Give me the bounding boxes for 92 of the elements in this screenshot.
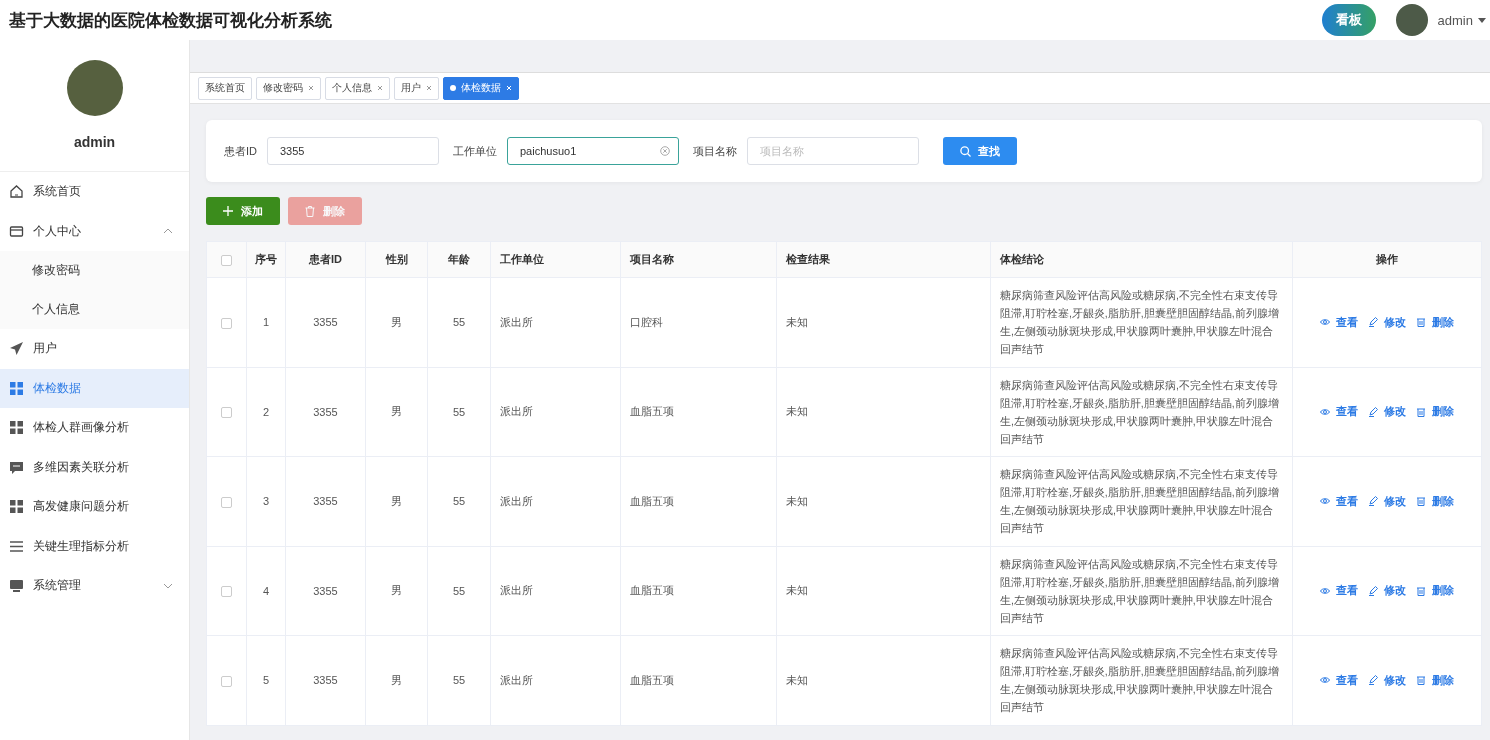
- tab[interactable]: 体检数据: [443, 76, 519, 100]
- table-cell: 55: [452, 674, 466, 687]
- column-header: 工作单位: [490, 241, 621, 278]
- view-link[interactable]: 查看: [1320, 672, 1358, 688]
- view-link[interactable]: 查看: [1320, 583, 1358, 599]
- edit-link[interactable]: 修改: [1368, 314, 1406, 330]
- table-cell: 派出所: [500, 315, 533, 328]
- table-cell: 55: [452, 405, 466, 418]
- table-cell: 派出所: [500, 405, 533, 418]
- sidebar-item[interactable]: 多维因素关联分析: [0, 447, 189, 487]
- tab[interactable]: 修改密码: [256, 76, 321, 100]
- sidebar-subitem[interactable]: 个人信息: [0, 290, 189, 329]
- view-link[interactable]: 查看: [1320, 314, 1358, 330]
- table-cell: 男: [391, 494, 402, 507]
- table-cell: 未知: [786, 584, 808, 597]
- delete-link[interactable]: 删除: [1416, 404, 1454, 420]
- table-cell: 4: [262, 584, 270, 597]
- table-cell: 派出所: [500, 673, 533, 686]
- profile-name: admin: [73, 134, 116, 150]
- sidebar-item[interactable]: 用户: [0, 329, 189, 369]
- table-cell: 男: [391, 673, 402, 686]
- edit-link[interactable]: 修改: [1368, 493, 1406, 509]
- user-menu[interactable]: admin: [1437, 12, 1486, 28]
- table-cell: 1: [262, 316, 270, 329]
- column-header: 患者ID: [285, 241, 366, 278]
- table-cell: 55: [452, 495, 466, 508]
- dashboard-button[interactable]: 看板: [1321, 4, 1376, 36]
- view-link[interactable]: 查看: [1320, 404, 1358, 420]
- input-field[interactable]: 项目名称: [747, 137, 919, 165]
- column-header: 年龄: [427, 241, 491, 278]
- table-cell: 男: [391, 584, 402, 597]
- table-cell: 未知: [786, 315, 808, 328]
- tab[interactable]: 用户: [394, 76, 439, 100]
- field-label: 工作单位: [453, 143, 497, 159]
- edit-link[interactable]: 修改: [1368, 404, 1406, 420]
- table-cell: 血脂五项: [630, 673, 674, 686]
- sidebar-subitem[interactable]: 修改密码: [0, 251, 189, 290]
- sidebar-item[interactable]: 关键生理指标分析: [0, 526, 189, 566]
- table-cell: 派出所: [500, 584, 533, 597]
- search-button[interactable]: 查找: [943, 137, 1017, 165]
- table-cell: 糖尿病筛查风险评估高风险或糖尿病,不完全性右束支传导阻滞,耵聍栓塞,牙龈炎,脂肪肝,胆囊壁胆固醇结晶,前列腺增生,左侧颈动脉斑块形成,甲状腺两叶囊肿,甲状腺左叶混合回声结节: [1000, 647, 1279, 714]
- edit-link[interactable]: 修改: [1368, 583, 1406, 599]
- table-cell: 3: [262, 495, 270, 508]
- column-header: 项目名称: [620, 241, 777, 278]
- table-cell: 血脂五项: [630, 494, 674, 507]
- table-cell: 血脂五项: [630, 584, 674, 597]
- table-cell: 血脂五项: [630, 405, 674, 418]
- table-cell: 糖尿病筛查风险评估高风险或糖尿病,不完全性右束支传导阻滞,耵聍栓塞,牙龈炎,脂肪肝,胆囊壁胆固醇结晶,前列腺增生,左侧颈动脉斑块形成,甲状腺两叶囊肿,甲状腺左叶混合回声结节: [1000, 557, 1279, 624]
- field-label: 患者ID: [224, 143, 257, 159]
- sidebar-item[interactable]: 系统管理: [0, 566, 189, 606]
- table-cell: 5: [262, 674, 270, 687]
- column-header: 操作: [1292, 241, 1482, 278]
- app-title: 基于大数据的医院体检数据可视化分析系统: [9, 9, 332, 32]
- sidebar-item[interactable]: 个人中心: [0, 211, 189, 251]
- table-cell: 3355: [313, 405, 338, 418]
- input-field[interactable]: paichusuo1: [507, 137, 679, 165]
- field-label: 项目名称: [693, 143, 737, 159]
- delete-link[interactable]: 删除: [1416, 583, 1454, 599]
- column-header: 性别: [365, 241, 428, 278]
- column-header: 检查结果: [776, 241, 991, 278]
- table-cell: 男: [391, 315, 402, 328]
- table-cell: 未知: [786, 405, 808, 418]
- tab[interactable]: 个人信息: [325, 76, 390, 100]
- delete-link[interactable]: 删除: [1416, 314, 1454, 330]
- column-header: 序号: [246, 241, 286, 278]
- table-cell: 3355: [313, 495, 338, 508]
- delete-link[interactable]: 删除: [1416, 493, 1454, 509]
- table-cell: 糖尿病筛查风险评估高风险或糖尿病,不完全性右束支传导阻滞,耵聍栓塞,牙龈炎,脂肪肝,胆囊壁胆固醇结晶,前列腺增生,左侧颈动脉斑块形成,甲状腺两叶囊肿,甲状腺左叶混合回声结节: [1000, 289, 1279, 356]
- table-cell: 派出所: [500, 494, 533, 507]
- table-cell: 糖尿病筛查风险评估高风险或糖尿病,不完全性右束支传导阻滞,耵聍栓塞,牙龈炎,脂肪肝,胆囊壁胆固醇结晶,前列腺增生,左侧颈动脉斑块形成,甲状腺两叶囊肿,甲状腺左叶混合回声结节: [1000, 468, 1279, 535]
- table-cell: 3355: [313, 584, 338, 597]
- table-cell: 3355: [313, 316, 338, 329]
- table-cell: 55: [452, 316, 466, 329]
- input-field[interactable]: 3355: [267, 137, 439, 165]
- table-cell: 未知: [786, 673, 808, 686]
- table-cell: 男: [391, 405, 402, 418]
- table-cell: 未知: [786, 494, 808, 507]
- table-cell: 糖尿病筛查风险评估高风险或糖尿病,不完全性右束支传导阻滞,耵聍栓塞,牙龈炎,脂肪肝,胆囊壁胆固醇结晶,前列腺增生,左侧颈动脉斑块形成,甲状腺两叶囊肿,甲状腺左叶混合回声结节: [1000, 378, 1279, 445]
- table-cell: 3355: [313, 674, 338, 687]
- edit-link[interactable]: 修改: [1368, 672, 1406, 688]
- tab[interactable]: 系统首页: [198, 76, 252, 100]
- table-cell: 口腔科: [630, 315, 663, 328]
- table-cell: 55: [452, 584, 466, 597]
- sidebar-item[interactable]: 系统首页: [0, 172, 189, 212]
- delete-link[interactable]: 删除: [1416, 672, 1454, 688]
- add-button[interactable]: 添加: [206, 197, 280, 225]
- sidebar-item[interactable]: 体检数据: [0, 368, 189, 408]
- column-header: 体检结论: [990, 241, 1293, 278]
- sidebar-item[interactable]: 高发健康问题分析: [0, 487, 189, 527]
- table-cell: 2: [262, 405, 270, 418]
- sidebar-item[interactable]: 体检人群画像分析: [0, 408, 189, 448]
- view-link[interactable]: 查看: [1320, 493, 1358, 509]
